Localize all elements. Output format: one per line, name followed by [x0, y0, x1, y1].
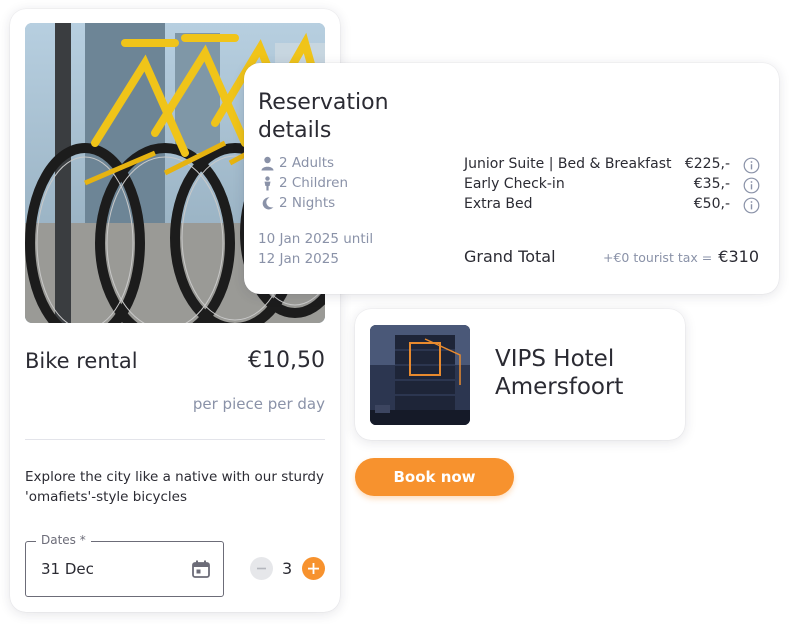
hotel-card[interactable]: VIPS Hotel Amersfoort — [355, 309, 685, 440]
line-item-name: Extra Bed — [464, 196, 533, 212]
adults-count: 2 Adults — [279, 155, 335, 171]
plus-icon — [308, 563, 319, 574]
line-item-name: Early Check-in — [464, 176, 565, 192]
product-description: Explore the city like a native with our … — [25, 469, 324, 505]
line-item-price: €50,- — [693, 196, 730, 212]
line-item: Early Check-in €35,- — [464, 176, 762, 196]
product-title: Bike rental — [25, 349, 138, 373]
child-icon — [264, 175, 271, 190]
calendar-icon[interactable] — [191, 559, 211, 579]
reservation-title: Reservation details — [258, 89, 389, 145]
info-icon[interactable] — [743, 157, 760, 174]
nights-count: 2 Nights — [279, 195, 336, 211]
product-price: €10,50 — [248, 348, 325, 373]
dates-label: Dates * — [36, 533, 91, 547]
price-unit: per piece per day — [192, 395, 325, 413]
grand-total-label: Grand Total — [464, 247, 556, 266]
line-item-price: €35,- — [693, 176, 730, 192]
grand-total-value: €310 — [718, 247, 759, 266]
hotel-photo — [370, 325, 470, 425]
reservation-details-card: Reservation details 2 Adults 2 Children … — [244, 63, 779, 294]
minus-icon — [257, 567, 266, 570]
reservation-dates: 10 Jan 2025 until 12 Jan 2025 — [258, 229, 373, 269]
hotel-image — [370, 325, 470, 425]
reservation-title-line2: details — [258, 118, 332, 143]
quantity-increase-button[interactable] — [302, 557, 325, 580]
divider — [25, 439, 325, 440]
line-item-name: Junior Suite | Bed & Breakfast — [464, 156, 672, 172]
dates-value: 31 Dec — [41, 560, 94, 578]
adults-row: 2 Adults — [260, 155, 334, 171]
quantity-decrease-button[interactable] — [250, 557, 273, 580]
moon-icon — [262, 196, 274, 209]
nights-row: 2 Nights — [260, 195, 335, 211]
line-item: Extra Bed €50,- — [464, 196, 762, 216]
children-count: 2 Children — [279, 175, 349, 191]
dates-input[interactable]: Dates * 31 Dec — [25, 533, 224, 597]
date-from: 10 Jan 2025 until — [258, 231, 374, 247]
book-now-button[interactable]: Book now — [355, 458, 514, 496]
person-icon — [261, 156, 274, 170]
hotel-name-line2: Amersfoort — [495, 374, 624, 400]
line-item: Junior Suite | Bed & Breakfast €225,- — [464, 156, 762, 176]
info-icon[interactable] — [743, 197, 760, 214]
quantity-value: 3 — [282, 559, 293, 578]
tourist-tax-note: +€0 tourist tax = — [603, 250, 713, 265]
children-row: 2 Children — [260, 175, 348, 191]
hotel-name: VIPS Hotel Amersfoort — [495, 345, 665, 401]
info-icon[interactable] — [743, 177, 760, 194]
reservation-title-line1: Reservation — [258, 90, 389, 115]
hotel-name-line1: VIPS Hotel — [495, 346, 615, 372]
date-to: 12 Jan 2025 — [258, 251, 339, 267]
line-item-price: €225,- — [684, 156, 730, 172]
